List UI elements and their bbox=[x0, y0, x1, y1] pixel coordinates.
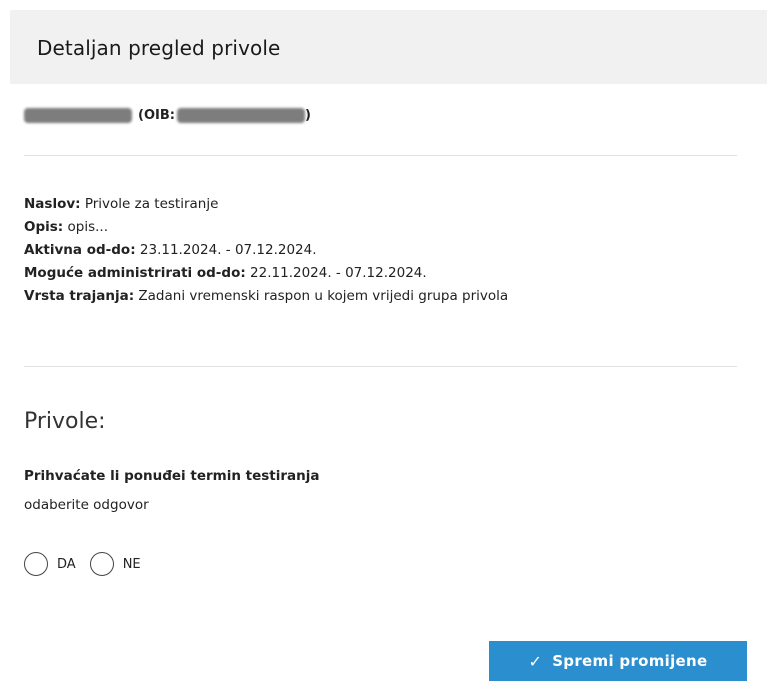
info-value: 23.11.2024. - 07.12.2024. bbox=[135, 242, 317, 258]
redacted-oib bbox=[176, 107, 305, 123]
consent-info: Naslov: Privole za testiranje Opis: opis… bbox=[24, 193, 724, 308]
redacted-name bbox=[24, 107, 132, 123]
oib-label: (OIB: bbox=[138, 107, 175, 123]
info-label: Vrsta trajanja: bbox=[24, 288, 135, 304]
divider bbox=[24, 155, 737, 156]
check-icon: ✓ bbox=[528, 651, 543, 671]
info-label: Moguće administrirati od-do: bbox=[24, 265, 246, 281]
info-value: Privole za testiranje bbox=[80, 196, 219, 212]
modal-title: Detaljan pregled privole bbox=[37, 36, 281, 60]
radio-da[interactable] bbox=[24, 552, 48, 576]
consent-question: Prihvaćate li ponuđei termin testiranja bbox=[24, 468, 320, 484]
answer-radio-group: DA NE bbox=[24, 552, 155, 576]
info-row-active-period: Aktivna od-do: 23.11.2024. - 07.12.2024. bbox=[24, 239, 724, 262]
info-value: Zadani vremenski raspon u kojem vrijedi … bbox=[134, 288, 509, 304]
info-label: Aktivna od-do: bbox=[24, 242, 136, 258]
info-value: 22.11.2024. - 07.12.2024. bbox=[245, 265, 427, 281]
save-changes-button[interactable]: ✓ Spremi promijene bbox=[489, 641, 747, 681]
radio-option-da[interactable]: DA bbox=[24, 552, 76, 576]
radio-label-da: DA bbox=[57, 556, 76, 572]
info-row-description: Opis: opis... bbox=[24, 216, 724, 239]
save-button-label: Spremi promijene bbox=[552, 652, 708, 670]
info-label: Opis: bbox=[24, 219, 64, 235]
radio-label-ne: NE bbox=[122, 556, 141, 572]
info-value: opis... bbox=[63, 219, 108, 235]
info-label: Naslov: bbox=[24, 196, 81, 212]
oib-close-paren: ) bbox=[304, 107, 311, 123]
divider bbox=[24, 366, 737, 367]
consent-question-hint: odaberite odgovor bbox=[24, 497, 149, 513]
info-row-admin-period: Moguće administrirati od-do: 22.11.2024.… bbox=[24, 262, 724, 285]
modal-header: Detaljan pregled privole bbox=[10, 10, 767, 84]
info-row-title: Naslov: Privole za testiranje bbox=[24, 193, 724, 216]
radio-option-ne[interactable]: NE bbox=[89, 552, 141, 576]
person-line: (OIB: ) bbox=[24, 104, 311, 126]
consents-section-title: Privole: bbox=[24, 409, 106, 434]
info-row-duration-type: Vrsta trajanja: Zadani vremenski raspon … bbox=[24, 285, 724, 308]
radio-ne[interactable] bbox=[89, 552, 114, 576]
